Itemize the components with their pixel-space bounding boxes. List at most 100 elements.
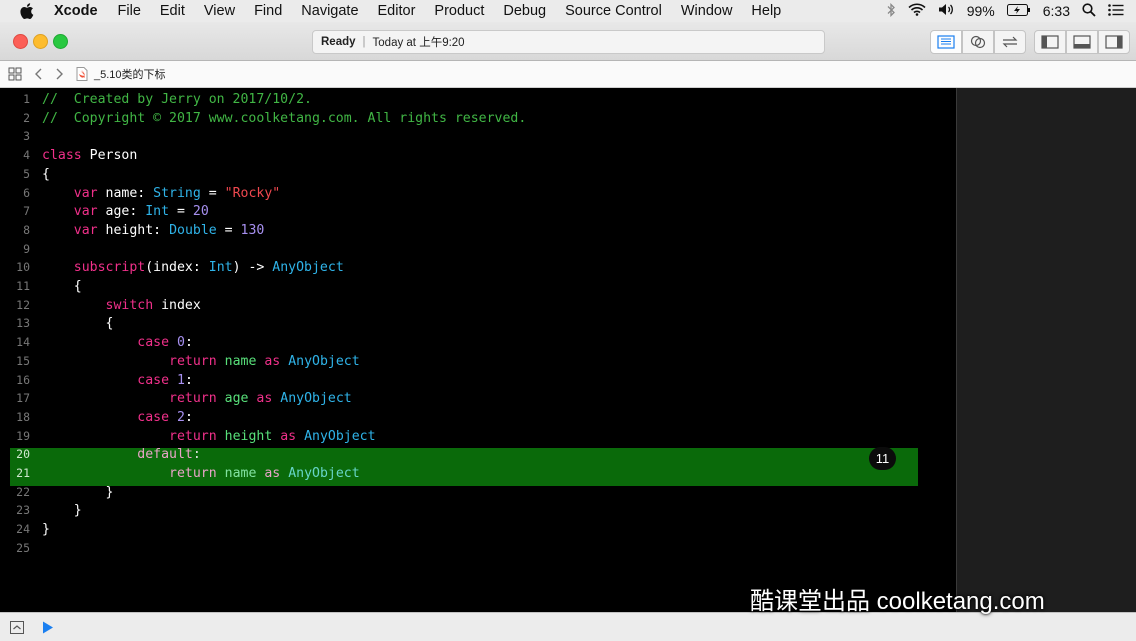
toggle-navigator-button[interactable]	[1034, 30, 1066, 54]
menu-source-control[interactable]: Source Control	[565, 3, 662, 19]
window-minimize-button[interactable]	[33, 34, 48, 49]
code-line[interactable]: 3	[0, 127, 956, 146]
code-line[interactable]: 17 return age as AnyObject	[0, 389, 956, 408]
code-line[interactable]: 23 }	[0, 501, 956, 520]
window-close-button[interactable]	[13, 34, 28, 49]
continue-execution-icon[interactable]	[42, 621, 54, 634]
status-ready: Ready	[321, 36, 356, 48]
code-text: }	[42, 501, 82, 520]
minimap[interactable]	[956, 88, 1136, 612]
code-token: 0	[177, 335, 185, 351]
source-editor[interactable]: 1 // Created by Jerry on 2017/10/2. 2 // Co…	[0, 88, 956, 612]
code-line[interactable]: 19 return height as AnyObject	[0, 427, 956, 446]
code-token: name	[224, 466, 257, 481]
code-token: AnyObject	[304, 428, 376, 444]
battery-charging-icon[interactable]	[1006, 3, 1031, 19]
code-text: switch index	[42, 296, 201, 315]
forward-chevron-icon[interactable]	[54, 67, 64, 81]
code-line[interactable]: 5{	[0, 165, 956, 184]
line-number: 8	[23, 222, 30, 237]
code-line[interactable]: 18 case 2:	[0, 408, 956, 427]
code-line[interactable]: 16 case 1:	[0, 371, 956, 390]
code-token: name	[224, 353, 257, 369]
code-text: var age: Int = 20	[42, 202, 209, 221]
code-text: case 2:	[42, 408, 193, 427]
watermark: 酷课堂出品 coolketang.com	[750, 587, 1045, 615]
code-text: return age as AnyObject	[42, 389, 352, 408]
code-line[interactable]: 13 {	[0, 314, 956, 333]
version-editor-icon	[1002, 36, 1018, 48]
code-text: {	[42, 165, 50, 184]
code-line[interactable]: 2 // Copyright © 2017 www.coolketang.com.…	[0, 109, 956, 128]
hide-debug-area-icon[interactable]	[10, 620, 24, 634]
code-line[interactable]: 1 // Created by Jerry on 2017/10/2.	[0, 90, 956, 109]
code-line[interactable]: 11 {	[0, 277, 956, 296]
apple-icon[interactable]	[20, 3, 38, 19]
related-items-icon[interactable]	[8, 67, 22, 81]
code-line[interactable]: 12 switch index	[0, 296, 956, 315]
issue-count-badge[interactable]: 11	[869, 447, 896, 470]
wifi-icon[interactable]	[908, 3, 926, 19]
code-line[interactable]: 14 case 0:	[0, 333, 956, 352]
clock[interactable]: 6:33	[1043, 3, 1070, 19]
code-line[interactable]: 9	[0, 240, 956, 259]
debug-bar	[0, 612, 1136, 641]
code-token: 20	[192, 204, 209, 220]
volume-icon[interactable]	[938, 3, 955, 19]
notification-center-icon[interactable]	[1108, 3, 1124, 19]
menu-product[interactable]: Product	[434, 3, 484, 19]
toggle-debug-area-button[interactable]	[1066, 30, 1098, 54]
code-line[interactable]: 7 var age: Int = 20	[0, 202, 956, 221]
standard-editor-button[interactable]	[930, 30, 962, 54]
code-token: ) ->	[232, 260, 273, 276]
menu-file[interactable]: File	[118, 3, 141, 19]
code-line[interactable]: 21 return name as AnyObject	[0, 464, 956, 483]
line-number: 18	[16, 409, 30, 424]
menu-help[interactable]: Help	[751, 3, 781, 19]
code-token: {	[42, 166, 50, 182]
status-area: 99% 6:33	[886, 0, 1124, 22]
battery-percent[interactable]: 99%	[967, 3, 995, 19]
code-line[interactable]: 24}	[0, 520, 956, 539]
code-token: var	[73, 222, 98, 238]
code-token: var	[73, 185, 98, 201]
code-line[interactable]: 6 var name: String = "Rocky"	[0, 184, 956, 203]
bluetooth-icon[interactable]	[886, 2, 896, 20]
code-line[interactable]: 4 class Person	[0, 146, 956, 165]
menu-window[interactable]: Window	[681, 3, 733, 19]
back-chevron-icon[interactable]	[34, 67, 44, 81]
toggle-utilities-button[interactable]	[1098, 30, 1130, 54]
code-line[interactable]: 10 subscript(index: Int) -> AnyObject	[0, 258, 956, 277]
menu-navigate[interactable]: Navigate	[301, 3, 358, 19]
code-token: name:	[97, 185, 154, 201]
menu-xcode[interactable]: Xcode	[54, 3, 98, 19]
code-token: String	[153, 185, 201, 201]
line-number: 15	[16, 353, 30, 368]
menu-find[interactable]: Find	[254, 3, 282, 19]
code-line[interactable]: 15 return name as AnyObject	[0, 352, 956, 371]
code-line[interactable]: 25	[0, 539, 956, 558]
activity-status-bar: Ready | Today at 上午9:20	[312, 30, 825, 54]
line-number: 17	[16, 391, 30, 406]
menu-view[interactable]: View	[204, 3, 235, 19]
code-line[interactable]: 20 default:	[0, 445, 956, 464]
code-line[interactable]: 8 var height: Double = 130	[0, 221, 956, 240]
code-line[interactable]: 22 }	[0, 483, 956, 502]
window-zoom-button[interactable]	[53, 34, 68, 49]
code-token: class	[42, 148, 82, 164]
menu-debug[interactable]: Debug	[503, 3, 546, 19]
menu-edit[interactable]: Edit	[160, 3, 185, 19]
code-token: (index:	[145, 260, 209, 276]
line-number: 12	[16, 297, 30, 312]
jump-bar-file[interactable]: _5.10类的下标	[94, 66, 166, 82]
menu-editor[interactable]: Editor	[378, 3, 416, 19]
version-editor-button[interactable]	[994, 30, 1026, 54]
assistant-editor-button[interactable]	[962, 30, 994, 54]
spotlight-search-icon[interactable]	[1082, 2, 1096, 20]
